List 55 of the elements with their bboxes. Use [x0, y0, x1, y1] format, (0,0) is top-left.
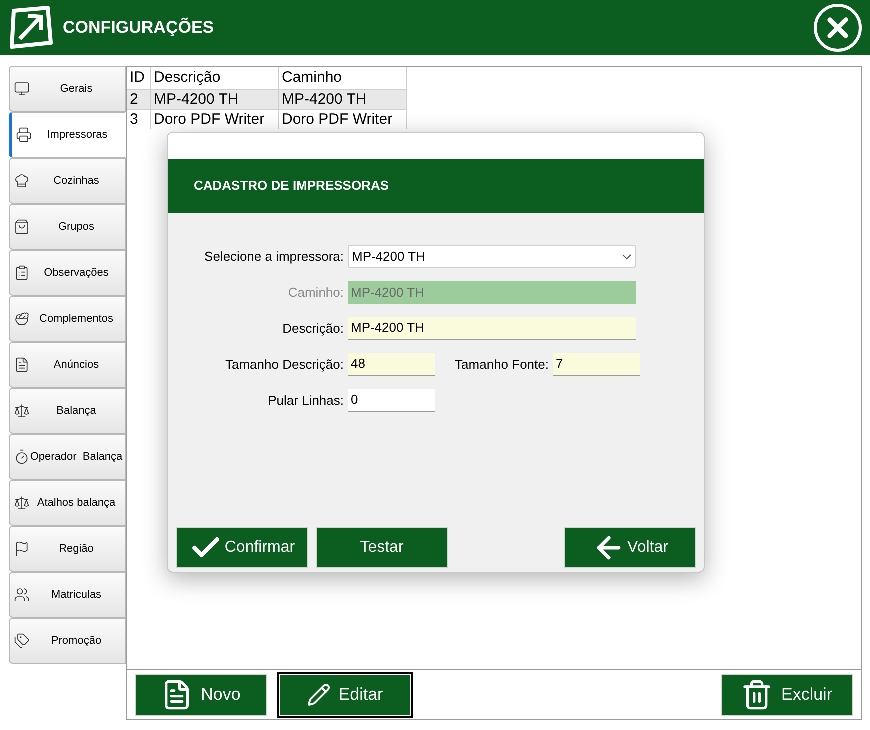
description-field[interactable]: MP-4200 TH	[348, 317, 636, 340]
sidebar-tab[interactable]: Anúncios	[9, 342, 126, 388]
chevron-down-icon	[622, 254, 632, 260]
tags-icon	[14, 633, 30, 649]
table-cell: Doro PDF Writer	[279, 110, 407, 129]
delete-button[interactable]: Excluir	[721, 674, 853, 716]
field-label: Descrição:	[282, 320, 344, 338]
sidebar-tab[interactable]: Cozinhas	[9, 158, 126, 204]
pencil-icon	[306, 682, 331, 706]
confirm-button[interactable]: Confirmar	[176, 527, 308, 568]
monitor-icon	[14, 81, 30, 97]
skip-lines-field[interactable]: 0	[348, 389, 435, 412]
sidebar-tab[interactable]: Operador Balança	[9, 434, 126, 480]
edit-button[interactable]: Editar	[279, 674, 411, 716]
sidebar-tab[interactable]: Gerais	[9, 66, 126, 112]
sidebar-tab[interactable]: Impressoras	[9, 112, 126, 158]
new-button[interactable]: Novo	[135, 674, 267, 716]
field-label: Pular Linhas:	[267, 392, 344, 410]
printer-dropdown[interactable]: MP-4200 TH	[348, 245, 636, 268]
scale-icon	[14, 495, 30, 511]
sidebar-tab[interactable]: Balança	[9, 388, 126, 434]
test-button[interactable]: Testar	[316, 527, 448, 568]
sidebar-tab[interactable]: Grupos	[9, 204, 126, 250]
bag-icon	[14, 219, 30, 235]
sidebar-tab[interactable]: Atalhos balança	[9, 480, 126, 526]
table-cell: Doro PDF Writer	[151, 110, 279, 129]
field-label: Caminho:	[287, 284, 344, 302]
document-icon	[14, 357, 30, 373]
flag-icon	[14, 541, 30, 557]
table-row[interactable]: 3 Doro PDF Writer Doro PDF Writer	[127, 109, 407, 129]
people-icon	[14, 587, 30, 603]
app-logo-icon	[8, 4, 54, 50]
dialog-title: CADASTRO DE IMPRESSORAS	[194, 177, 390, 196]
field-label: Tamanho Fonte:	[454, 356, 549, 374]
sidebar-tab[interactable]: Promoção	[9, 618, 126, 664]
clipboard-icon	[14, 265, 30, 281]
close-button[interactable]	[814, 4, 862, 52]
bowl-icon	[14, 311, 30, 327]
scale-icon	[14, 403, 30, 419]
chef-hat-icon	[14, 173, 30, 189]
table-cell: 3	[127, 110, 151, 129]
sidebar-tab[interactable]: Complementos	[9, 296, 126, 342]
timer-icon	[14, 449, 30, 465]
sidebar-tab[interactable]: Matriculas	[9, 572, 126, 618]
field-label: Selecione a impressora:	[204, 248, 344, 266]
font-size-field[interactable]: 7	[553, 353, 640, 376]
back-button[interactable]: Voltar	[564, 527, 696, 568]
sidebar-tab[interactable]: Observações	[9, 250, 126, 296]
sidebar-tab[interactable]: Região	[9, 526, 126, 572]
printer-icon	[16, 127, 32, 143]
table-row[interactable]: 2 MP-4200 TH MP-4200 TH	[127, 89, 407, 109]
field-label: Tamanho Descrição:	[224, 356, 344, 374]
description-size-field[interactable]: 48	[348, 353, 435, 376]
window-title: CONFIGURAÇÕES	[63, 16, 214, 39]
trash-icon	[741, 678, 774, 710]
